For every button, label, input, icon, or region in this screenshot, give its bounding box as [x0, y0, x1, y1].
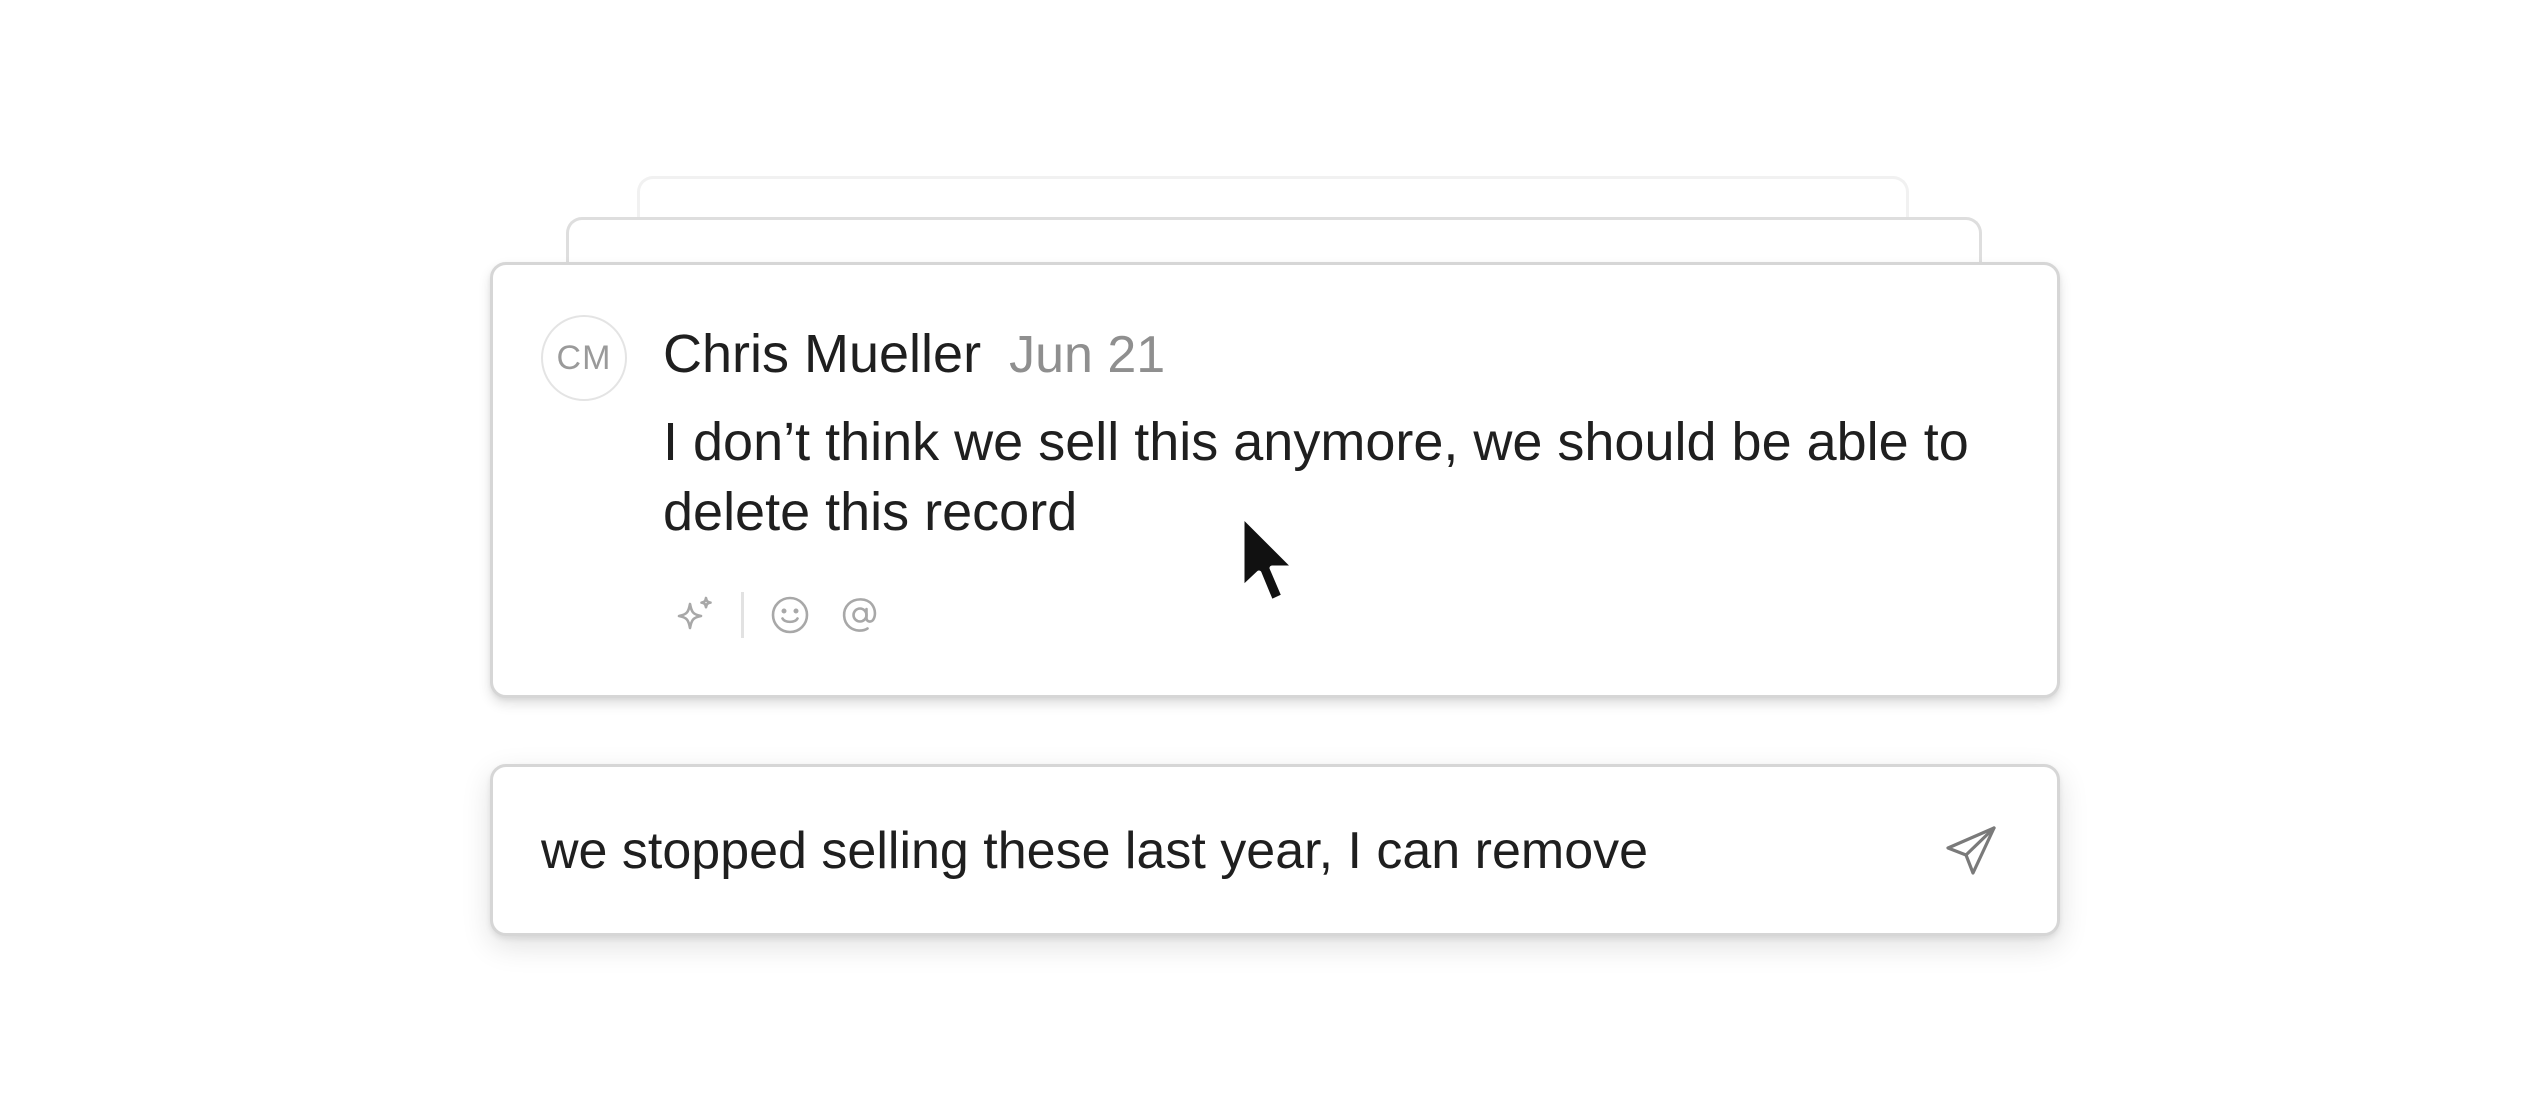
- comment-actions: [673, 585, 882, 645]
- comment-card: CM Chris Mueller Jun 21 I don’t think we…: [490, 262, 2060, 698]
- at-sign-icon[interactable]: [838, 593, 882, 637]
- reply-input[interactable]: [541, 819, 1901, 883]
- avatar-initials: CM: [556, 338, 612, 377]
- comment-header: Chris Mueller Jun 21: [663, 323, 1165, 385]
- send-button[interactable]: [1939, 819, 2005, 885]
- comment-text: I don’t think we sell this anymore, we s…: [663, 412, 1969, 542]
- smiley-icon[interactable]: [768, 593, 812, 637]
- reply-box: [490, 764, 2060, 936]
- avatar: CM: [541, 315, 627, 401]
- comment-date: Jun 21: [1009, 326, 1166, 384]
- action-divider: [741, 592, 744, 638]
- sparkle-icon[interactable]: [673, 593, 717, 637]
- author-name: Chris Mueller: [663, 324, 982, 384]
- paper-plane-icon: [1942, 820, 2002, 885]
